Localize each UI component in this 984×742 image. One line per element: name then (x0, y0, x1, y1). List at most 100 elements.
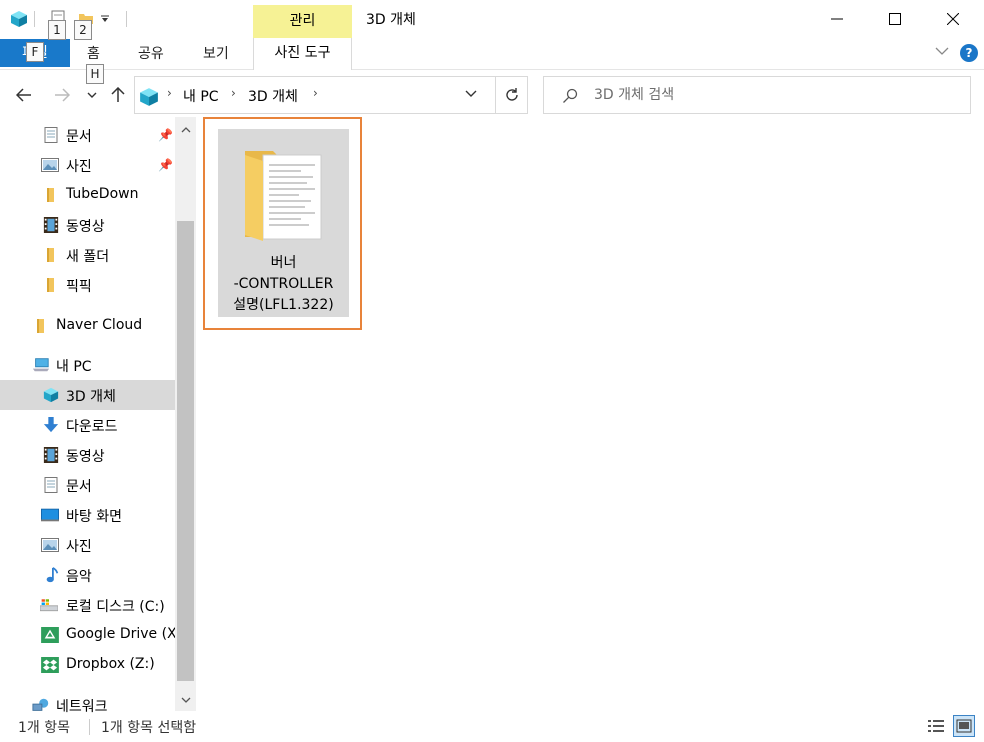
window-title: 3D 개체 (366, 12, 416, 28)
folder-name: 버너 -CONTROLLER 설명(LFL1.322) (218, 253, 349, 316)
ribbon: 파일 F 홈 H 공유 보기 사진 도구 ? (0, 38, 984, 84)
tab-home[interactable]: 홈 (87, 43, 100, 63)
sidebar-item-label: 사진 (66, 159, 92, 175)
3d-objects-icon (43, 387, 59, 403)
sidebar-item-music[interactable]: 음악 (0, 560, 175, 590)
chevron-right-icon[interactable]: › (231, 86, 236, 100)
maximize-icon (889, 13, 901, 25)
sidebar-item-downloads[interactable]: 다운로드 (0, 410, 175, 440)
sidebar-item-label: 동영상 (66, 449, 105, 465)
sidebar-item-label: 동영상 (66, 219, 105, 235)
sidebar-item-label: 내 PC (56, 359, 92, 375)
sidebar-item-documents[interactable]: 문서 (0, 470, 175, 500)
address-bar[interactable]: › 내 PC › 3D 개체 › (134, 76, 496, 114)
chevron-down-icon[interactable] (935, 46, 949, 56)
sidebar-item-label: 바탕 화면 (66, 509, 122, 525)
tab-share[interactable]: 공유 (138, 43, 164, 63)
search-icon (563, 88, 578, 103)
sidebar-item-pictures[interactable]: 사진 (0, 530, 175, 560)
chevron-up-icon (181, 127, 190, 133)
sidebar-item-label: 로컬 디스크 (C:) (66, 599, 165, 615)
customize-toolbar-icon[interactable] (100, 14, 110, 24)
arrow-up-icon (111, 87, 125, 102)
computer-icon (32, 358, 50, 372)
video-icon (43, 217, 59, 233)
sidebar-item-videos-quick[interactable]: 동영상 (0, 210, 175, 240)
details-view-icon (928, 720, 944, 732)
chevron-down-icon (87, 92, 97, 98)
forward-button[interactable] (50, 83, 74, 107)
folder-icon (245, 151, 322, 241)
minimize-button[interactable] (808, 0, 866, 38)
chevron-down-icon[interactable] (465, 90, 477, 98)
recent-locations-button[interactable] (82, 83, 102, 107)
close-button[interactable] (924, 0, 982, 38)
sidebar-item-label: Naver Cloud (56, 317, 143, 333)
sidebar-item-new-folder[interactable]: 새 폴더 (0, 240, 175, 270)
document-icon (44, 477, 58, 493)
sidebar-item-label: 음악 (66, 569, 92, 585)
file-list[interactable]: 버너 -CONTROLLER 설명(LFL1.322) (196, 117, 984, 711)
sidebar-item-tubedown[interactable]: TubeDown (0, 180, 175, 210)
divider (126, 11, 127, 27)
search-box[interactable] (543, 76, 971, 114)
large-icons-view-button[interactable] (953, 715, 975, 737)
details-view-button[interactable] (925, 715, 947, 737)
maximize-button[interactable] (866, 0, 924, 38)
music-icon (46, 567, 59, 583)
folder-icon (47, 248, 54, 262)
back-button[interactable] (12, 83, 36, 107)
3d-objects-icon (140, 88, 158, 106)
chevron-right-icon[interactable]: › (313, 86, 318, 100)
drive-icon (40, 599, 58, 612)
sidebar-item-label: 픽픽 (66, 279, 92, 295)
arrow-left-icon (16, 88, 31, 102)
sidebar-item-documents-pinned[interactable]: 문서 📌 (0, 120, 175, 150)
scroll-up-button[interactable] (175, 117, 196, 143)
sidebar-item-google-drive[interactable]: Google Drive (X (0, 620, 177, 650)
scroll-down-button[interactable] (175, 689, 196, 711)
sidebar-item-this-pc[interactable]: 내 PC (0, 350, 175, 380)
sidebar-scrollbar[interactable] (175, 117, 196, 711)
sidebar-item-label: Dropbox (Z:) (66, 656, 155, 672)
breadcrumb-3d-objects[interactable]: 3D 개체 (248, 86, 298, 106)
sidebar-item-label: 문서 (66, 479, 92, 495)
sidebar-item-label: 다운로드 (66, 419, 118, 435)
keytip-h: H (86, 64, 104, 84)
sidebar-item-picpick[interactable]: 픽픽 (0, 270, 175, 300)
sidebar-item-naver-cloud[interactable]: Naver Cloud (0, 311, 175, 341)
keytip-1: 1 (48, 20, 66, 40)
large-icons-view-icon (956, 719, 972, 733)
sidebar-item-pictures-pinned[interactable]: 사진 📌 (0, 150, 175, 180)
pin-icon: 📌 (158, 158, 173, 172)
navigation-bar: › 내 PC › 3D 개체 › (0, 71, 984, 117)
search-input[interactable] (594, 85, 954, 105)
sidebar-item-3d-objects[interactable]: 3D 개체 (0, 380, 175, 410)
chevron-right-icon[interactable]: › (167, 86, 172, 100)
chevron-down-icon (181, 697, 190, 703)
sidebar-item-desktop[interactable]: 바탕 화면 (0, 500, 175, 530)
keytip-2: 2 (74, 20, 92, 40)
sidebar-item-dropbox[interactable]: Dropbox (Z:) (0, 650, 175, 680)
folder-item[interactable]: 버너 -CONTROLLER 설명(LFL1.322) (203, 117, 362, 330)
tab-manage[interactable]: 관리 (253, 5, 352, 39)
up-button[interactable] (106, 83, 130, 107)
refresh-button[interactable] (496, 76, 528, 114)
sidebar-item-label: 문서 (66, 129, 92, 145)
close-icon (947, 13, 959, 25)
help-icon[interactable]: ? (960, 44, 978, 62)
sidebar-item-local-disk-c[interactable]: 로컬 디스크 (C:) (0, 590, 175, 620)
dropbox-icon (41, 657, 59, 673)
scrollbar-thumb[interactable] (177, 221, 194, 681)
sidebar-item-videos[interactable]: 동영상 (0, 440, 175, 470)
tab-picture-tools[interactable]: 사진 도구 (253, 38, 352, 70)
3d-objects-icon (11, 11, 27, 27)
google-drive-icon (41, 627, 59, 643)
sidebar-item-label: TubeDown (66, 186, 139, 202)
tab-view[interactable]: 보기 (203, 43, 229, 63)
breadcrumb-this-pc[interactable]: 내 PC (183, 86, 219, 106)
desktop-icon (41, 508, 59, 522)
folder-name-text: 버너 -CONTROLLER 설명(LFL1.322) (233, 255, 334, 313)
folder-item-selection: 버너 -CONTROLLER 설명(LFL1.322) (218, 129, 349, 317)
pictures-icon (41, 538, 59, 552)
